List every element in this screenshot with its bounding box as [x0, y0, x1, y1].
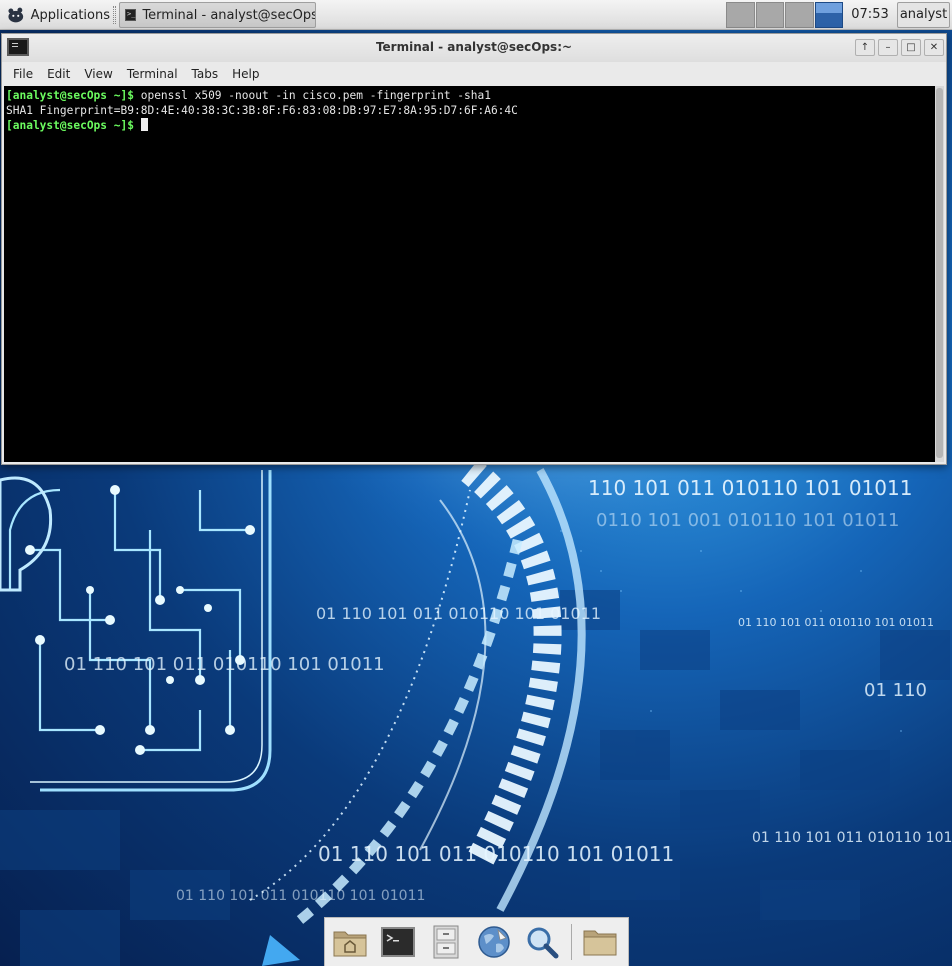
wallpaper-binary-text: 110 101 011 010110 101 01011 — [588, 476, 913, 500]
command-text: openssl x509 -noout -in cisco.pem -finge… — [133, 89, 491, 102]
workspace-2[interactable] — [755, 2, 784, 28]
globe-icon — [477, 926, 510, 958]
dock — [324, 917, 629, 966]
xfce-mouse-icon — [8, 7, 24, 23]
dock-search[interactable] — [521, 921, 562, 963]
applications-menu[interactable]: Applications — [2, 2, 110, 28]
wallpaper-binary-text: 01 110 101 011 010110 101 01011 — [752, 830, 952, 846]
menu-edit[interactable]: Edit — [40, 62, 77, 86]
wallpaper-binary-text: 0110 101 001 010110 101 01011 — [596, 510, 900, 531]
home-folder-icon — [333, 931, 366, 957]
user-menu-button[interactable]: analyst — [897, 2, 950, 28]
dock-web-browser[interactable] — [473, 921, 514, 963]
workspace-4[interactable] — [814, 2, 843, 28]
shell-prompt: [analyst@secOps ~]$ — [6, 119, 134, 132]
menu-bar: File Edit View Terminal Tabs Help — [2, 62, 946, 86]
command-text — [134, 119, 141, 132]
terminal-line: [analyst@secOps ~]$ — [6, 118, 934, 133]
terminal-icon — [380, 927, 415, 957]
workspace-3[interactable] — [785, 2, 814, 28]
workspace-1[interactable] — [726, 2, 755, 28]
taskbar-terminal-label: Terminal - analyst@secOps:~ — [142, 7, 316, 23]
terminal-icon: >_ — [125, 9, 137, 21]
window-controls: ↑ – □ ✕ — [855, 39, 944, 57]
shell-prompt: [analyst@secOps ~]$ — [6, 89, 134, 102]
dock-separator — [571, 924, 572, 960]
terminal-line: [analyst@secOps ~]$ openssl x509 -noout … — [6, 88, 934, 103]
wallpaper-binary-text: 01 110 — [864, 680, 927, 701]
panel-separator — [113, 6, 116, 24]
menu-view[interactable]: View — [77, 62, 119, 86]
terminal-window: Terminal - analyst@secOps:~ ↑ – □ ✕ File… — [1, 33, 947, 465]
folder-icon — [583, 930, 617, 956]
clock[interactable]: 07:53 — [845, 0, 895, 30]
keep-above-button[interactable]: ↑ — [855, 39, 875, 56]
menu-terminal[interactable]: Terminal — [120, 62, 185, 86]
wallpaper-binary-text: 01 110 101 011 010110 101 01011 — [316, 604, 602, 623]
taskbar-terminal-button[interactable]: >_ Terminal - analyst@secOps:~ — [119, 2, 316, 28]
scrollbar-thumb[interactable] — [936, 88, 943, 458]
text-cursor — [140, 118, 148, 131]
magnifier-icon — [527, 927, 558, 959]
window-titlebar[interactable]: Terminal - analyst@secOps:~ ↑ – □ ✕ — [2, 34, 946, 62]
file-cabinet-icon — [433, 925, 458, 959]
terminal-output[interactable]: [analyst@secOps ~]$ openssl x509 -noout … — [4, 86, 936, 462]
menu-help[interactable]: Help — [225, 62, 266, 86]
applications-label: Applications — [30, 7, 110, 23]
dock-terminal[interactable] — [377, 921, 418, 963]
close-button[interactable]: ✕ — [924, 39, 944, 56]
terminal-scrollbar[interactable] — [935, 86, 944, 462]
wallpaper-binary-text: 01 110 101 011 010110 101 01011 — [318, 842, 675, 866]
workspace-switcher — [726, 2, 843, 28]
output-text: SHA1 Fingerprint=B9:8D:4E:40:38:3C:3B:8F… — [6, 104, 518, 117]
dock-home-folder[interactable] — [329, 921, 370, 963]
window-title: Terminal - analyst@secOps:~ — [375, 40, 573, 54]
maximize-button[interactable]: □ — [901, 39, 921, 56]
wallpaper-binary-text: 01 110 101 011 010110 101 01011 — [64, 654, 385, 675]
dock-folder[interactable] — [580, 921, 621, 963]
terminal-line: SHA1 Fingerprint=B9:8D:4E:40:38:3C:3B:8F… — [6, 103, 934, 118]
top-panel: Applications >_ Terminal - analyst@secOp… — [0, 0, 952, 30]
wallpaper-binary-text: 01 110 101 011 010110 101 01011 — [176, 888, 426, 904]
wallpaper-binary-text: 01 110 101 011 010110 101 01011 — [738, 616, 934, 629]
minimize-button[interactable]: – — [878, 39, 898, 56]
menu-tabs[interactable]: Tabs — [185, 62, 226, 86]
dock-file-manager[interactable] — [425, 921, 466, 963]
menu-file[interactable]: File — [6, 62, 40, 86]
